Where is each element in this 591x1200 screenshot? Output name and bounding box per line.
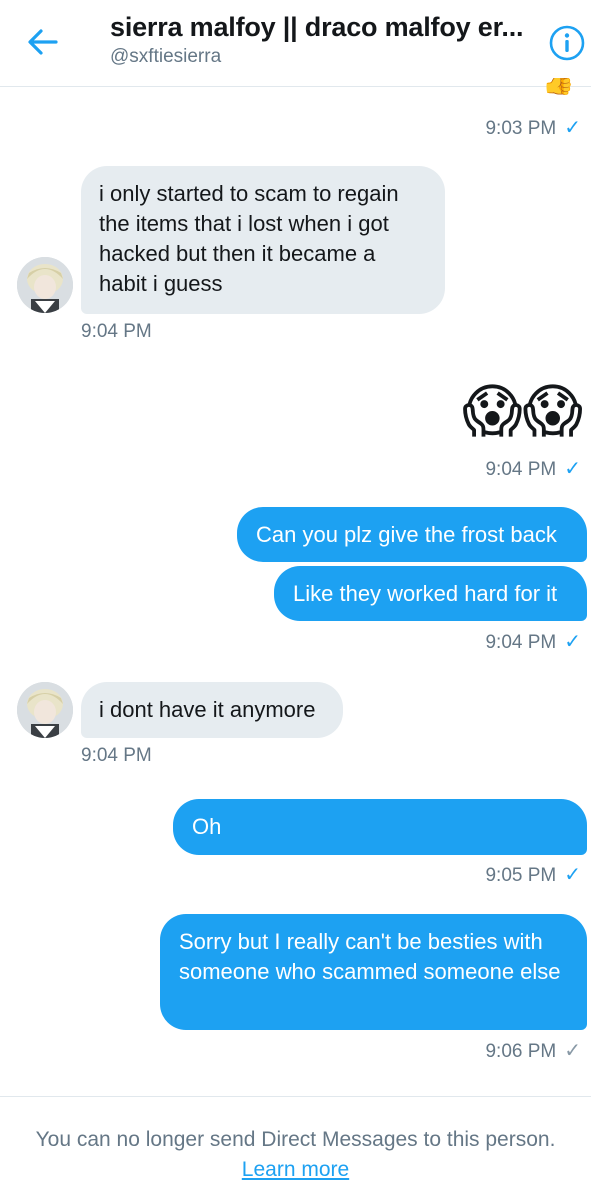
avatar[interactable] bbox=[17, 257, 73, 313]
arrow-left-icon bbox=[28, 29, 58, 55]
conversation-handle[interactable]: @sxftiesierra bbox=[110, 46, 221, 68]
message-row: 👍 bbox=[540, 78, 586, 102]
message-timestamp: 9:04 PM ✓ bbox=[485, 458, 581, 480]
info-button[interactable] bbox=[548, 24, 586, 62]
avatar[interactable] bbox=[17, 682, 73, 738]
avatar-image bbox=[17, 257, 73, 313]
message-timestamp: 9:04 PM bbox=[81, 745, 152, 766]
read-check-icon: ✓ bbox=[564, 458, 581, 480]
dm-disabled-notice: You can no longer send Direct Messages t… bbox=[35, 1128, 556, 1151]
message-bubble[interactable]: Like they worked hard for it bbox=[274, 566, 587, 621]
message-timestamp: 9:03 PM ✓ bbox=[485, 117, 581, 139]
conversation-title[interactable]: sierra malfoy || draco malfoy er... bbox=[110, 12, 530, 43]
footer-divider bbox=[0, 1096, 591, 1097]
message-bubble[interactable]: Oh bbox=[173, 799, 587, 855]
message-bubble[interactable]: Can you plz give the frost back bbox=[237, 507, 587, 562]
message-timestamp: 9:04 PM bbox=[81, 321, 152, 342]
emoji-message[interactable]: 😱😱 bbox=[462, 380, 583, 444]
read-check-icon: ✓ bbox=[564, 117, 581, 139]
conversation-header: sierra malfoy || draco malfoy er... @sxf… bbox=[0, 0, 591, 87]
thumbs-up-emoji: 👍 bbox=[542, 78, 575, 96]
message-timestamp: 9:06 PM ✓ bbox=[485, 1040, 581, 1062]
info-icon bbox=[549, 25, 585, 61]
learn-more-link[interactable]: Learn more bbox=[0, 1158, 591, 1182]
read-check-icon: ✓ bbox=[564, 864, 581, 886]
sent-check-icon: ✓ bbox=[564, 1040, 581, 1062]
back-button[interactable] bbox=[22, 22, 62, 62]
message-timestamp: 9:05 PM ✓ bbox=[485, 864, 581, 886]
message-bubble[interactable]: Sorry but I really can't be besties with… bbox=[160, 914, 587, 1030]
message-bubble[interactable]: i only started to scam to regain the ite… bbox=[81, 166, 445, 314]
message-timestamp: 9:04 PM ✓ bbox=[485, 631, 581, 653]
avatar-image bbox=[17, 682, 73, 738]
message-bubble[interactable]: i dont have it anymore bbox=[81, 682, 343, 738]
read-check-icon: ✓ bbox=[564, 631, 581, 653]
